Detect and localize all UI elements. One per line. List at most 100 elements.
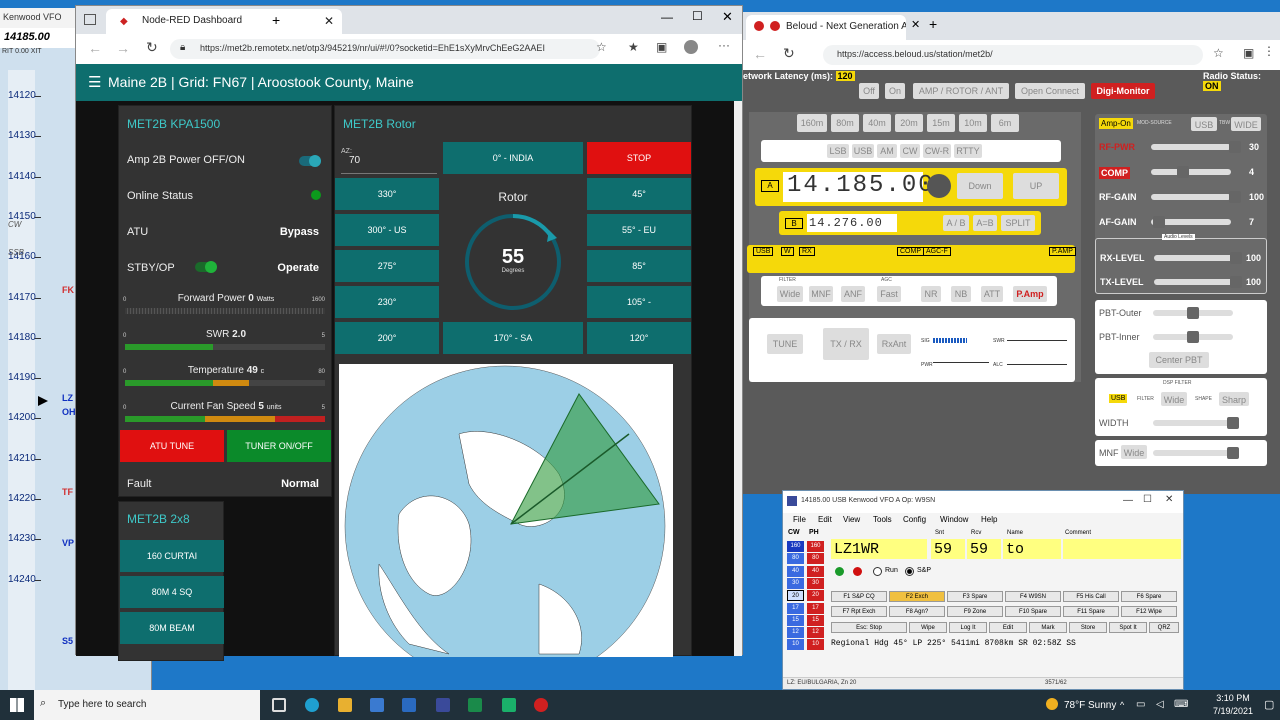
mode-button-usb[interactable]: USB: [852, 144, 874, 158]
dsp-usb-button[interactable]: USB: [1109, 394, 1128, 403]
band-cw-30[interactable]: 30: [787, 577, 804, 589]
rotor-85-button[interactable]: 85°: [587, 250, 691, 282]
n1mm-close-icon[interactable]: ✕: [1165, 494, 1173, 505]
down-button[interactable]: Down: [957, 173, 1003, 199]
band-cw-17[interactable]: 17: [787, 602, 804, 614]
rotor-200-button[interactable]: 200°: [335, 322, 439, 354]
mode-button-rtty[interactable]: RTTY: [954, 144, 982, 158]
amp-on-button[interactable]: Amp-On: [1099, 118, 1133, 129]
volume-icon[interactable]: ◁: [1156, 699, 1164, 710]
shape-sharp-button[interactable]: Sharp: [1219, 392, 1249, 406]
antenna-80m-4sq-button[interactable]: 80M 4 SQ: [120, 576, 224, 608]
pbt-outer-knob[interactable]: [1187, 307, 1199, 319]
rotor-230-button[interactable]: 230°: [335, 286, 439, 318]
forward-icon[interactable]: →: [116, 40, 130, 56]
run-radio[interactable]: [873, 567, 882, 576]
menu-config[interactable]: Config: [903, 515, 926, 524]
filter-button-wide[interactable]: Wide: [777, 286, 803, 302]
rotor-105-button[interactable]: 105° -: [587, 286, 691, 318]
task-view-icon[interactable]: [272, 698, 286, 712]
action-log-it-button[interactable]: Log It: [949, 622, 987, 633]
fkey-1-button[interactable]: F1 S&P CQ: [831, 591, 887, 602]
n1mm-minimize-icon[interactable]: —: [1123, 495, 1133, 506]
fkey-4-button[interactable]: F4 W9SN: [1005, 591, 1061, 602]
notifications-icon[interactable]: ▢: [1264, 698, 1274, 711]
filter-button-nr[interactable]: NR: [921, 286, 941, 302]
mode-button-cw[interactable]: CW: [900, 144, 920, 158]
clock-date[interactable]: 7/19/2021: [1208, 706, 1258, 716]
tune-button[interactable]: TUNE: [767, 334, 803, 354]
control-slider-rf-gain[interactable]: [1151, 194, 1231, 200]
add-favorite-icon[interactable]: ☆: [596, 40, 607, 54]
control-knob-rf-pwr[interactable]: [1229, 141, 1241, 153]
azimuth-input[interactable]: AZ: 70: [341, 148, 437, 174]
right-favorite-icon[interactable]: ☆: [1213, 46, 1224, 60]
band-ph-40[interactable]: 40: [807, 565, 824, 577]
fkey-12-button[interactable]: F12 Wipe: [1121, 606, 1177, 617]
mode-button-am[interactable]: AM: [877, 144, 897, 158]
band-cw-40[interactable]: 40: [787, 565, 804, 577]
url-field[interactable]: 🔒︎ https://met2b.remotetx.net/otp3/94521…: [170, 39, 600, 59]
file-explorer-icon[interactable]: [338, 698, 352, 712]
band-button-40m[interactable]: 40m: [863, 114, 891, 132]
collections-icon[interactable]: ▣: [656, 40, 667, 54]
back-icon[interactable]: ←: [88, 40, 102, 56]
band-ph-80[interactable]: 80: [807, 553, 824, 565]
fkey-7-button[interactable]: F7 Rpt Exch: [831, 606, 887, 617]
scrollbar[interactable]: [734, 101, 742, 656]
right-refresh-icon[interactable]: ↻: [783, 45, 795, 62]
name-field[interactable]: to: [1003, 539, 1061, 559]
rotor-120-button[interactable]: 120°: [587, 322, 691, 354]
rotor-170-sa-button[interactable]: 170° - SA: [443, 322, 583, 354]
tab-beloud[interactable]: Beloud - Next Generation A: [746, 15, 906, 40]
right-more-icon[interactable]: ⋮: [1263, 44, 1275, 58]
band-cw-15[interactable]: 15: [787, 614, 804, 626]
band-button-20m[interactable]: 20m: [895, 114, 923, 132]
mnf-knob[interactable]: [1227, 447, 1239, 459]
width-knob[interactable]: [1227, 417, 1239, 429]
center-pbt-button[interactable]: Center PBT: [1149, 352, 1209, 368]
action-store-button[interactable]: Store: [1069, 622, 1107, 633]
spot-vp[interactable]: VP: [62, 538, 74, 548]
fkey-6-button[interactable]: F6 Spare: [1121, 591, 1177, 602]
action-spot-it-button[interactable]: Spot It: [1109, 622, 1147, 633]
filter-button-nb[interactable]: NB: [951, 286, 971, 302]
n1mm-maximize-icon[interactable]: ☐: [1143, 494, 1152, 505]
filter-button-att[interactable]: ATT: [981, 286, 1003, 302]
amp-power-toggle[interactable]: [299, 155, 321, 167]
start-icon[interactable]: [10, 698, 24, 712]
on-button[interactable]: On: [885, 83, 905, 99]
comment-field[interactable]: [1063, 539, 1181, 559]
new-right-tab-icon[interactable]: +: [929, 16, 937, 32]
action-edit-button[interactable]: Edit: [989, 622, 1027, 633]
band-cw-12[interactable]: 12: [787, 627, 804, 639]
band-cw-160[interactable]: 160: [787, 541, 804, 552]
sp-radio[interactable]: [905, 567, 914, 576]
right-url-field[interactable]: https://access.beloud.us/station/met2b/: [823, 45, 1203, 65]
tx-level-knob[interactable]: [1230, 276, 1242, 288]
rx-ant-button[interactable]: RxAnt: [877, 334, 911, 354]
network-icon[interactable]: ▭: [1136, 699, 1145, 710]
spot-lz[interactable]: LZ: [62, 393, 73, 403]
vfo-b-frequency[interactable]: 14.276.00: [807, 214, 897, 232]
band-cw-10[interactable]: 10: [787, 639, 804, 651]
minimize-icon[interactable]: —: [661, 10, 673, 24]
n1mm-taskbar-icon[interactable]: [436, 698, 450, 712]
dsp-filter-wide-button[interactable]: Wide: [1161, 392, 1187, 406]
control-slider-comp[interactable]: [1151, 169, 1231, 175]
mod-source-usb[interactable]: USB: [1191, 117, 1217, 131]
up-button[interactable]: UP: [1013, 173, 1059, 199]
a-b-button[interactable]: A / B: [943, 215, 969, 231]
fkey-9-button[interactable]: F9 Zone: [947, 606, 1003, 617]
band-ph-15[interactable]: 15: [807, 614, 824, 626]
rotor-330-button[interactable]: 330°: [335, 178, 439, 210]
profile-avatar[interactable]: [684, 40, 698, 54]
mail-icon[interactable]: [402, 698, 416, 712]
amp-rotor-ant-button[interactable]: AMP / ROTOR / ANT: [913, 83, 1009, 99]
app-icon[interactable]: [502, 698, 516, 712]
mode-button-cw-r[interactable]: CW-R: [923, 144, 951, 158]
beloud-taskbar-icon[interactable]: [534, 698, 548, 712]
callsign-field[interactable]: LZ1WR: [831, 539, 927, 559]
tuner-onoff-button[interactable]: TUNER ON/OFF: [227, 430, 331, 462]
rotor-55-eu-button[interactable]: 55° - EU: [587, 214, 691, 246]
